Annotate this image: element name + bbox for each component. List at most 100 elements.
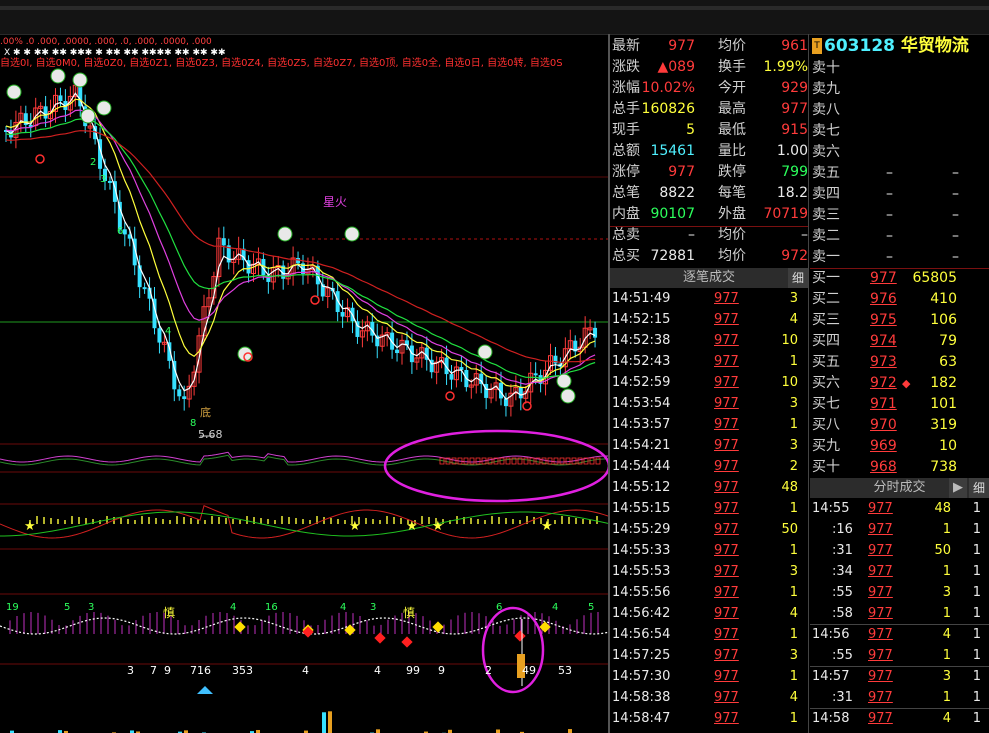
tick-row[interactable]: 14:55:56 977 1	[612, 582, 808, 603]
buy-level[interactable]: 买七 971 101	[812, 394, 989, 415]
stock-title[interactable]: 603128 华贸物流	[824, 36, 969, 57]
panel-divider[interactable]	[608, 34, 610, 733]
fenshi-row[interactable]: 14:58 977 4 1	[812, 708, 989, 729]
buy-level-label: 买六	[812, 375, 840, 391]
tick-volume: 48	[781, 480, 798, 495]
top-marks-text: X ✱ ✱ ✱✱ ✱✱ ✱✱✱ ✱ ✱✱ ✱✱ ✱✱✱✱ ✱✱ ✱✱ ✱✱	[4, 48, 225, 58]
buy-level-label: 买七	[812, 396, 840, 412]
buy-level[interactable]: 买一 977 65805	[812, 268, 989, 289]
fenshi-arrow-icon[interactable]: ▶	[949, 478, 967, 498]
fenshi-detail-tab[interactable]: 细	[969, 478, 989, 498]
buy-level[interactable]: 买九 969 10	[812, 436, 989, 457]
fenshi-row[interactable]: :16 977 1 1	[812, 519, 989, 540]
sell-level[interactable]: 卖六	[812, 142, 989, 163]
buy-level[interactable]: 买三 975 106	[812, 310, 989, 331]
kline-chart[interactable]: .00% .0 .000, .0000, .000, .0, .000, .00…	[0, 34, 608, 733]
fenshi-row[interactable]: :31 977 50 1	[812, 540, 989, 561]
sub3-bottom-number: 4	[374, 664, 381, 677]
tick-row[interactable]: 14:52:15 977 4	[612, 309, 808, 330]
sell-level[interactable]: 卖三 – –	[812, 205, 989, 226]
tick-row[interactable]: 14:54:44 977 2	[612, 456, 808, 477]
quote-label: 最新	[612, 38, 640, 54]
tick-row[interactable]: 14:52:38 977 10	[612, 330, 808, 351]
buy-level-volume: 410	[930, 291, 957, 307]
quote-row: 总买 72881 均价 972	[612, 246, 808, 267]
tick-row[interactable]: 14:58:38 977 4	[612, 687, 808, 708]
sell-level[interactable]: 卖五 – –	[812, 163, 989, 184]
tick-row[interactable]: 14:55:33 977 1	[612, 540, 808, 561]
osc1-line2	[0, 454, 608, 466]
top-strip-text: .00% .0 .000, .0000, .000, .0, .000, .00…	[0, 37, 212, 47]
sell-level-label: 卖一	[812, 249, 840, 265]
buy-level[interactable]: 买四 974 79	[812, 331, 989, 352]
sell-level[interactable]: 卖九	[812, 79, 989, 100]
fenshi-row[interactable]: :58 977 1 1	[812, 603, 989, 624]
tick-time: 14:55:56	[612, 585, 671, 600]
buy-level[interactable]: 买五 973 63	[812, 352, 989, 373]
buy-level[interactable]: 买六 972 ◆ 182	[812, 373, 989, 394]
wave-number: 6	[117, 226, 123, 237]
tick-row[interactable]: 14:55:12 977 48	[612, 477, 808, 498]
panel-divider-right[interactable]	[808, 34, 809, 733]
tick-row[interactable]: 14:55:29 977 50	[612, 519, 808, 540]
tick-volume: 3	[789, 396, 798, 411]
quote-row: 总额 15461 量比 1.00	[612, 141, 808, 162]
fenshi-count: 1	[972, 669, 981, 684]
tick-row[interactable]: 14:56:54 977 1	[612, 624, 808, 645]
fenshi-header[interactable]: 分时成交 ▶ 细	[810, 478, 989, 498]
fenshi-row[interactable]: 14:55 977 48 1	[812, 498, 989, 519]
fenshi-row[interactable]: 14:56 977 4 1	[812, 624, 989, 645]
ticks-detail-tab[interactable]: 细	[788, 268, 808, 288]
smiley-icon	[96, 100, 112, 116]
tick-row[interactable]: 14:55:53 977 3	[612, 561, 808, 582]
tick-volume: 1	[789, 711, 798, 726]
buy-level[interactable]: 买八 970 319	[812, 415, 989, 436]
tick-row[interactable]: 14:53:54 977 3	[612, 393, 808, 414]
tick-row[interactable]: 14:55:15 977 1	[612, 498, 808, 519]
tick-row[interactable]: 14:56:42 977 4	[612, 603, 808, 624]
buy-level-volume: 319	[930, 417, 957, 433]
sell-level-label: 卖五	[812, 165, 840, 181]
tick-price: 977	[714, 396, 739, 411]
sell-level[interactable]: 卖七	[812, 121, 989, 142]
tick-price: 977	[714, 459, 739, 474]
fenshi-row[interactable]: 14:57 977 3 1	[812, 666, 989, 687]
fenshi-row[interactable]: :55 977 3 1	[812, 582, 989, 603]
quote-label: 外盘	[718, 206, 746, 222]
fenshi-price: 977	[868, 501, 893, 516]
ticks-header[interactable]: 逐笔成交 细	[610, 268, 808, 288]
sub3-bottom-number: 2	[485, 664, 492, 677]
tick-row[interactable]: 14:53:57 977 1	[612, 414, 808, 435]
tick-row[interactable]: 14:52:43 977 1	[612, 351, 808, 372]
tick-row[interactable]: 14:57:25 977 3	[612, 645, 808, 666]
sell-level[interactable]: 卖十	[812, 58, 989, 79]
candle-body	[182, 396, 187, 400]
sell-level[interactable]: 卖一 – –	[812, 247, 989, 268]
quote-value: 799	[781, 164, 808, 180]
quote-label: 换手	[718, 59, 746, 75]
tick-row[interactable]: 14:57:30 977 1	[612, 666, 808, 687]
diamond-icon	[234, 621, 246, 633]
fenshi-price: 977	[868, 543, 893, 558]
fenshi-time: :58	[832, 606, 853, 621]
quote-value: 977	[668, 164, 695, 180]
sub3-bottom-number: 353	[232, 664, 253, 677]
fenshi-row[interactable]: :34 977 1 1	[812, 561, 989, 582]
buy-level[interactable]: 买二 976 410	[812, 289, 989, 310]
buy-level-label: 买十	[812, 459, 840, 475]
fenshi-row[interactable]: :55 977 1 1	[812, 645, 989, 666]
fenshi-price: 977	[868, 648, 893, 663]
sell-level[interactable]: 卖二 – –	[812, 226, 989, 247]
price-low-label: 5.68	[198, 428, 223, 441]
sell-level[interactable]: 卖八	[812, 100, 989, 121]
tick-row[interactable]: 14:54:21 977 3	[612, 435, 808, 456]
sell-level[interactable]: 卖四 – –	[812, 184, 989, 205]
tick-row[interactable]: 14:51:49 977 3	[612, 288, 808, 309]
tick-row[interactable]: 14:58:47 977 1	[612, 708, 808, 729]
buy-level[interactable]: 买十 968 738	[812, 457, 989, 478]
tick-time: 14:55:12	[612, 480, 671, 495]
tick-row[interactable]: 14:52:59 977 10	[612, 372, 808, 393]
volume-bar	[496, 729, 500, 733]
fenshi-row[interactable]: :31 977 1 1	[812, 687, 989, 708]
buy-level-volume: 738	[930, 459, 957, 475]
